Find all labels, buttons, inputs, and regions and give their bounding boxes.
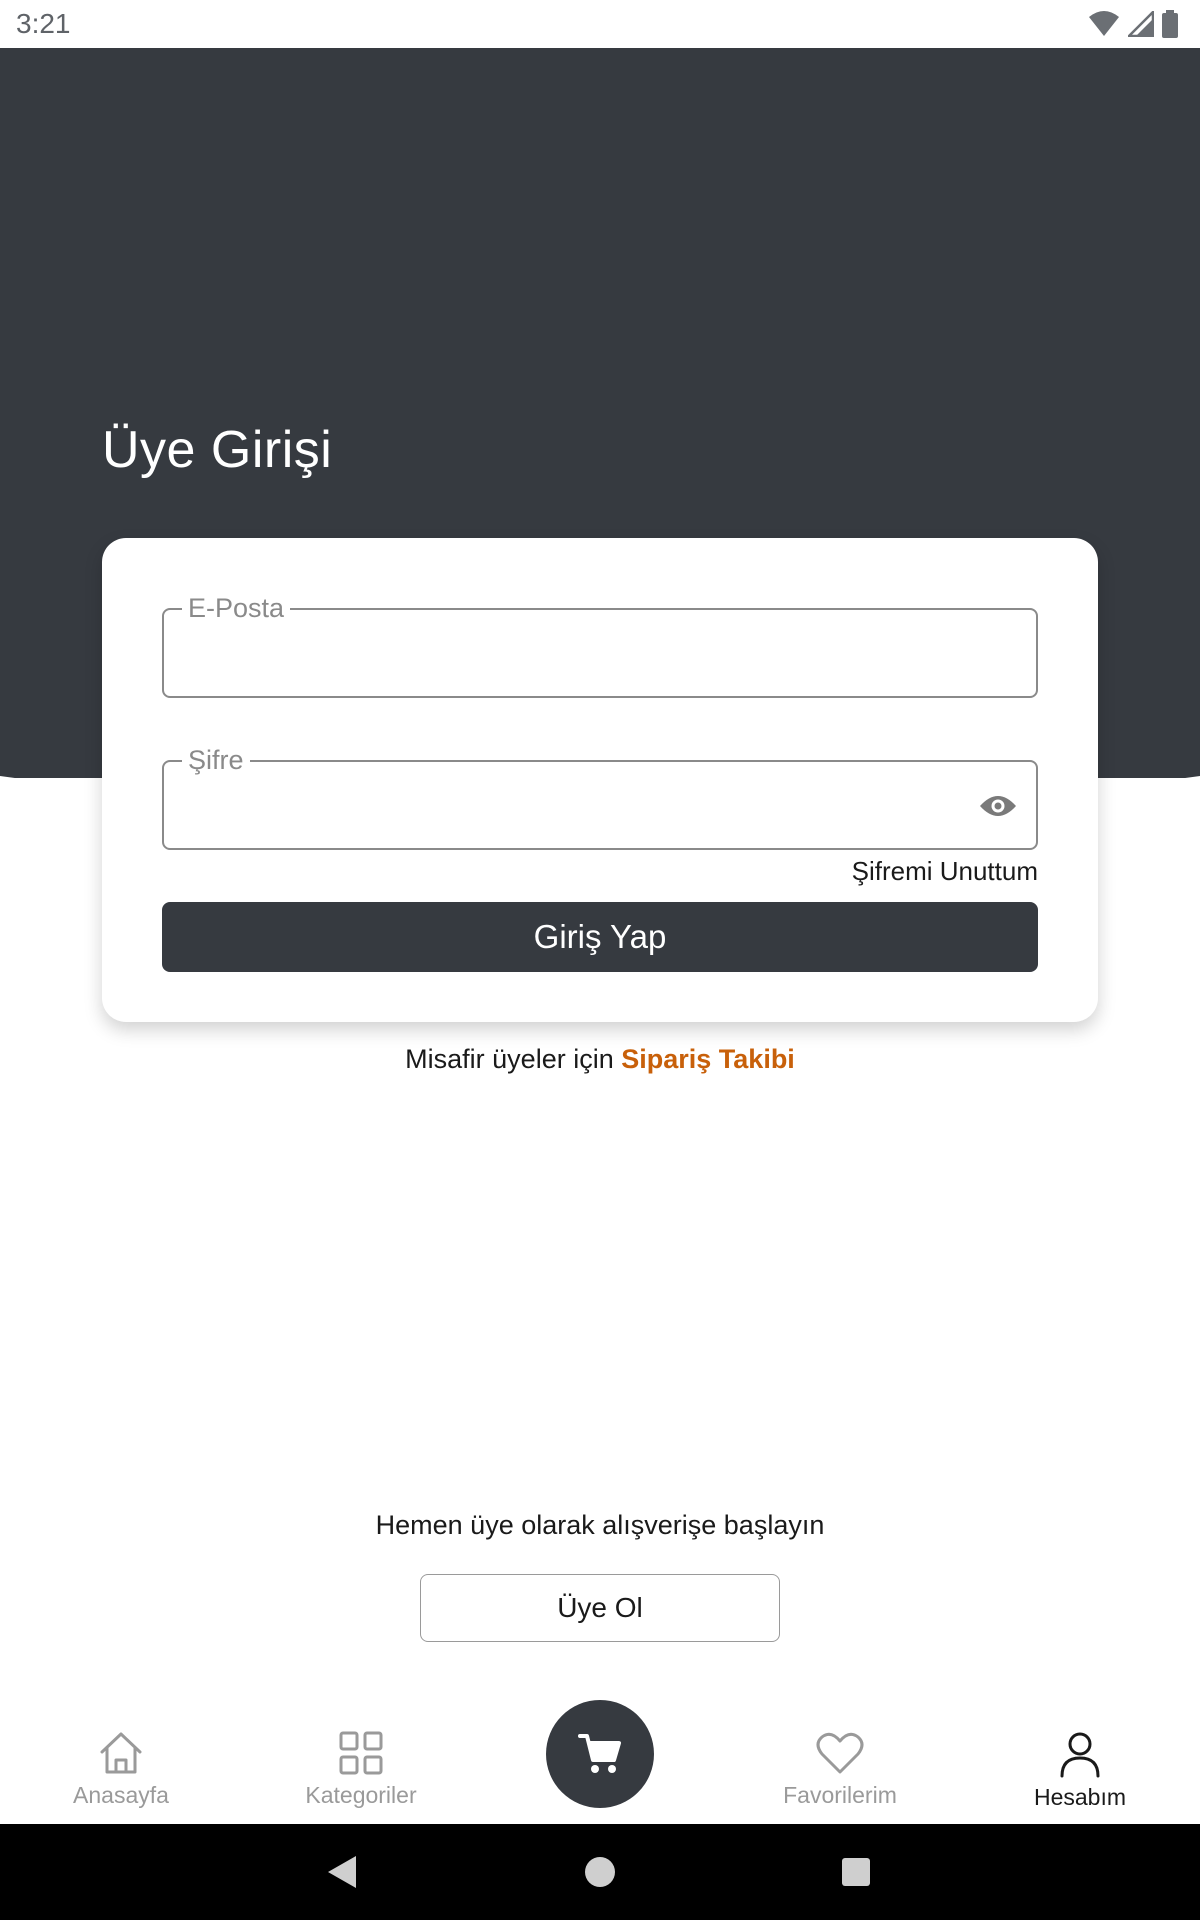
cell-signal-icon (1128, 11, 1154, 37)
wifi-icon (1089, 11, 1119, 36)
status-time: 3:21 (16, 8, 71, 39)
page-title: Üye Girişi (102, 421, 333, 479)
nav-label-home: Anasayfa (73, 1782, 169, 1808)
cart-icon (578, 1734, 621, 1773)
eye-icon[interactable] (978, 788, 1018, 824)
order-tracking-link[interactable]: Sipariş Takibi (621, 1044, 795, 1074)
nav-item-home[interactable]: Anasayfa (21, 1730, 221, 1809)
email-input[interactable] (186, 630, 946, 678)
home-icon (100, 1732, 142, 1774)
nav-item-categories[interactable]: Kategoriler (261, 1730, 461, 1809)
home-circle-icon[interactable] (576, 1848, 624, 1896)
grid-icon (339, 1731, 383, 1775)
nav-item-account[interactable]: Hesabım (980, 1730, 1180, 1811)
bottom-navigation: Anasayfa Kategoriler Favorilerim Hesabım (0, 1690, 1200, 1824)
login-button[interactable]: Giriş Yap (162, 902, 1038, 972)
heart-icon (816, 1732, 864, 1774)
password-label: Şifre (182, 744, 250, 776)
battery-icon (1162, 10, 1178, 38)
email-label: E-Posta (182, 592, 291, 624)
cart-button[interactable] (546, 1700, 654, 1808)
system-navigation-bar (0, 1824, 1200, 1920)
password-field: Şifre (162, 744, 1038, 850)
forgot-password-link[interactable]: Şifremi Unuttum (852, 856, 1038, 887)
status-bar: 3:21 (0, 0, 1200, 48)
guest-tracking-line: Misafir üyeler için Sipariş Takibi (0, 1044, 1200, 1075)
register-promo-text: Hemen üye olarak alışverişe başlayın (375, 1510, 825, 1540)
status-icons (1088, 10, 1178, 38)
user-icon (1060, 1732, 1100, 1778)
register-button[interactable]: Üye Ol (420, 1574, 780, 1642)
recents-icon[interactable] (832, 1848, 880, 1896)
nav-item-favorites[interactable]: Favorilerim (740, 1730, 940, 1809)
nav-label-account: Hesabım (1033, 1784, 1127, 1810)
nav-label-categories: Kategoriler (305, 1782, 417, 1808)
nav-label-favorites: Favorilerim (783, 1782, 897, 1808)
email-field: E-Posta (162, 592, 1038, 698)
password-input[interactable] (186, 782, 946, 830)
guest-prefix: Misafir üyeler için (405, 1044, 614, 1074)
back-icon[interactable] (320, 1848, 368, 1896)
login-card: E-Posta Şifre Şifremi Unuttum Giriş Yap (102, 538, 1098, 1022)
